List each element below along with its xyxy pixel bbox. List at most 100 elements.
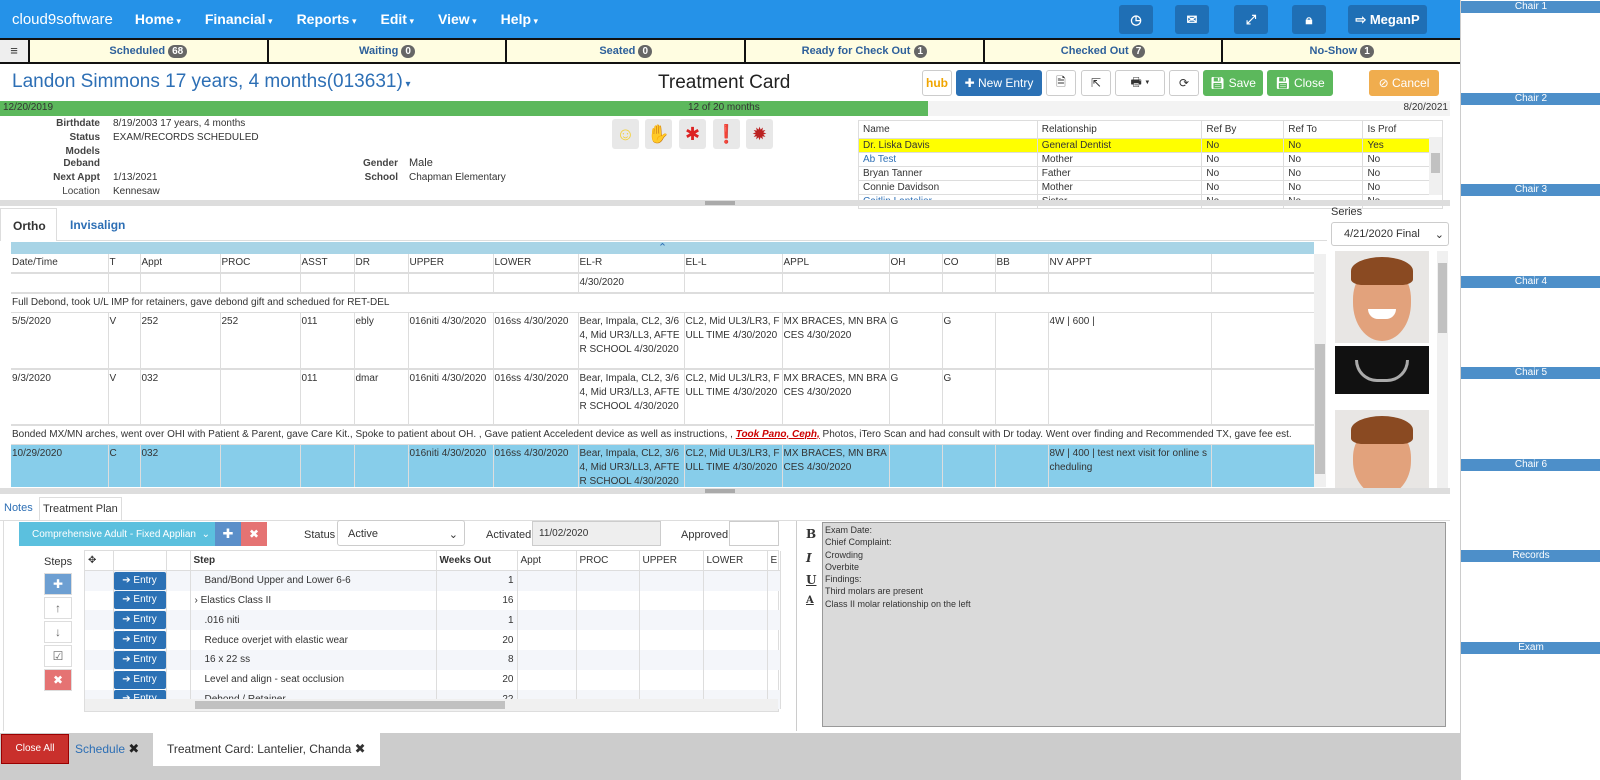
visit-row[interactable]: 5/5/2020 V 252 252 011 ebly 016niti 4/30/2020 0… [11, 312, 1314, 369]
visit-row[interactable]: 4/30/2020 [11, 273, 1314, 293]
cancel-button[interactable]: ⊘ Cancel [1369, 70, 1439, 96]
status-no-show[interactable]: No-Show 1 [1221, 40, 1461, 62]
move-down-button[interactable]: ↓ [44, 621, 72, 643]
medical-alert-icon[interactable]: ✱ [679, 119, 706, 149]
column-header[interactable]: UPPER [408, 254, 494, 273]
lock-button[interactable]: 🔒︎ [1292, 5, 1326, 34]
column-header[interactable]: Date/Time [11, 254, 109, 273]
user-logout-button[interactable]: ⇨ MeganP [1348, 5, 1427, 34]
column-header[interactable]: EL-L [684, 254, 783, 273]
print-dropdown-button[interactable]: 🖶︎ ▾ [1115, 70, 1165, 96]
status-seated[interactable]: Seated 0 [505, 40, 745, 62]
splitter-top[interactable] [0, 200, 1450, 206]
column-header[interactable]: Appt [140, 254, 221, 273]
entry-button[interactable]: ➔ Entry [113, 631, 166, 650]
step-checkbox[interactable] [166, 570, 191, 591]
tab-invisalign[interactable]: Invisalign [70, 218, 125, 232]
fullscreen-button[interactable]: ⤢ [1234, 5, 1268, 34]
chair-column-4[interactable]: Chair 4 [1461, 275, 1600, 288]
close-all-button[interactable]: Close All [1, 734, 69, 764]
step-checkbox[interactable] [166, 669, 191, 690]
column-header[interactable]: BB [995, 254, 1049, 273]
column-header[interactable]: PROC [220, 254, 301, 273]
column-header[interactable]: APPL [782, 254, 890, 273]
relation-row[interactable]: Dr. Liska Davis General Dentist No No Yes [858, 138, 1443, 153]
underline-button[interactable]: U [806, 573, 816, 587]
collapse-toggle[interactable]: ⌃ [11, 242, 1314, 254]
patient-photo-smile[interactable] [1335, 251, 1429, 343]
status-checked-out[interactable]: Checked Out 7 [982, 40, 1222, 62]
patient-photo-front[interactable] [1335, 410, 1429, 489]
relations-scrollbar[interactable] [1429, 137, 1442, 195]
chair-column-1[interactable]: Chair 1 [1461, 1, 1600, 13]
entry-button[interactable]: ➔ Entry [113, 571, 166, 590]
chair-column-5[interactable]: Chair 5 [1461, 367, 1600, 379]
add-plan-button[interactable]: ✚ [215, 522, 241, 546]
relation-row[interactable]: Ab Test Mother No No No [858, 152, 1443, 167]
steps-scrollbar[interactable] [85, 699, 778, 711]
chair-column-2[interactable]: Chair 2 [1461, 92, 1600, 105]
entry-button[interactable]: ➔ Entry [113, 611, 166, 630]
step-checkbox[interactable] [166, 590, 191, 611]
close-tab-icon[interactable]: ✖ [355, 741, 366, 756]
chair-column-3[interactable]: Chair 3 [1461, 184, 1600, 196]
step-row[interactable]: ➔ Entry Reduce overjet with elastic wear 2… [85, 630, 781, 650]
entry-button[interactable]: ➔ Entry [113, 670, 166, 689]
step-checkbox[interactable] [166, 649, 191, 670]
step-row[interactable]: ➔ Entry Level and align - seat occlusion 2… [85, 669, 781, 690]
approved-field[interactable] [729, 521, 779, 546]
starburst-alert-icon[interactable]: ✹ [746, 119, 773, 149]
tab-treatment-card[interactable]: Treatment Card: Lantelier, Chanda ✖ [153, 733, 380, 766]
step-checkbox[interactable] [166, 630, 191, 650]
patient-name-dropdown[interactable]: Landon Simmons 17 years, 4 months(013631… [12, 71, 411, 93]
column-header[interactable]: EL-R [578, 254, 685, 273]
save-button[interactable]: 💾︎ Save [1203, 70, 1263, 96]
delete-plan-button[interactable]: ✖ [241, 522, 267, 546]
close-button[interactable]: 💾︎ Close [1267, 70, 1333, 96]
menu-view[interactable]: View [438, 11, 477, 27]
chair-column-6[interactable]: Chair 6 [1461, 458, 1600, 471]
add-step-button[interactable]: ✚ [44, 573, 72, 595]
close-tab-icon[interactable]: ✖ [128, 741, 139, 756]
brand-logo[interactable]: cloud9software [12, 11, 113, 28]
menu-home[interactable]: Home [135, 11, 181, 27]
move-up-button[interactable]: ↑ [44, 597, 72, 619]
tab-notes[interactable]: Notes [4, 502, 33, 514]
export-button[interactable]: ⇱ [1081, 70, 1111, 96]
relation-row[interactable]: Connie Davidson Mother No No No [858, 180, 1443, 195]
grid-scrollbar[interactable] [1314, 254, 1326, 487]
panoramic-xray[interactable] [1335, 346, 1429, 394]
chair-column-7[interactable]: Records [1461, 550, 1600, 562]
tab-treatment-plan[interactable]: Treatment Plan [39, 497, 122, 521]
font-color-button[interactable]: A [806, 595, 814, 606]
hamburger-menu-icon[interactable]: ≡ [0, 40, 28, 62]
clock-button[interactable]: ◷ [1119, 5, 1153, 34]
column-header[interactable] [1211, 254, 1314, 273]
series-select[interactable]: 4/21/2020 Final ⌄ [1331, 222, 1449, 246]
column-header[interactable]: NV APPT [1048, 254, 1212, 273]
italic-button[interactable]: I [806, 551, 812, 565]
entry-button[interactable]: ➔ Entry [113, 650, 166, 669]
step-checkbox[interactable] [166, 610, 191, 631]
step-row[interactable]: ➔ Entry 16 x 22 ss 8 [85, 649, 781, 670]
delete-step-button[interactable]: ✖ [44, 669, 72, 691]
tab-ortho[interactable]: Ortho [0, 208, 57, 241]
splitter-bottom[interactable] [0, 488, 1450, 494]
exclamation-alert-icon[interactable]: ❗ [713, 119, 740, 149]
status-select[interactable]: Active ⌄ [337, 520, 465, 546]
column-header[interactable]: LOWER [493, 254, 579, 273]
exam-notes-editor[interactable]: Exam Date: Chief Complaint: Crowding Overbi… [822, 522, 1446, 727]
edit-step-button[interactable]: ☑ [44, 645, 72, 667]
plan-select[interactable]: Comprehensive Adult - Fixed Applian ⌄ [19, 522, 215, 546]
note-row[interactable]: Bonded MX/MN arches, went over OHI with … [11, 424, 1314, 445]
visit-row[interactable]: 9/3/2020 V 032 011 dmar 016niti 4/30/2020 016s… [11, 368, 1314, 425]
step-row[interactable]: ➔ Entry › Elastics Class II 16 [85, 590, 781, 611]
column-header[interactable]: OH [889, 254, 943, 273]
step-row[interactable]: ➔ Entry Band/Bond Upper and Lower 6-6 1 [85, 570, 781, 591]
chair-column-8[interactable]: Exam [1461, 641, 1600, 654]
menu-financial[interactable]: Financial [205, 11, 273, 27]
clapping-hands-icon[interactable]: ✋ [645, 119, 672, 149]
column-header[interactable]: CO [942, 254, 996, 273]
status-scheduled[interactable]: Scheduled 68 [28, 40, 267, 62]
smiley-icon[interactable]: ☺ [612, 119, 639, 149]
